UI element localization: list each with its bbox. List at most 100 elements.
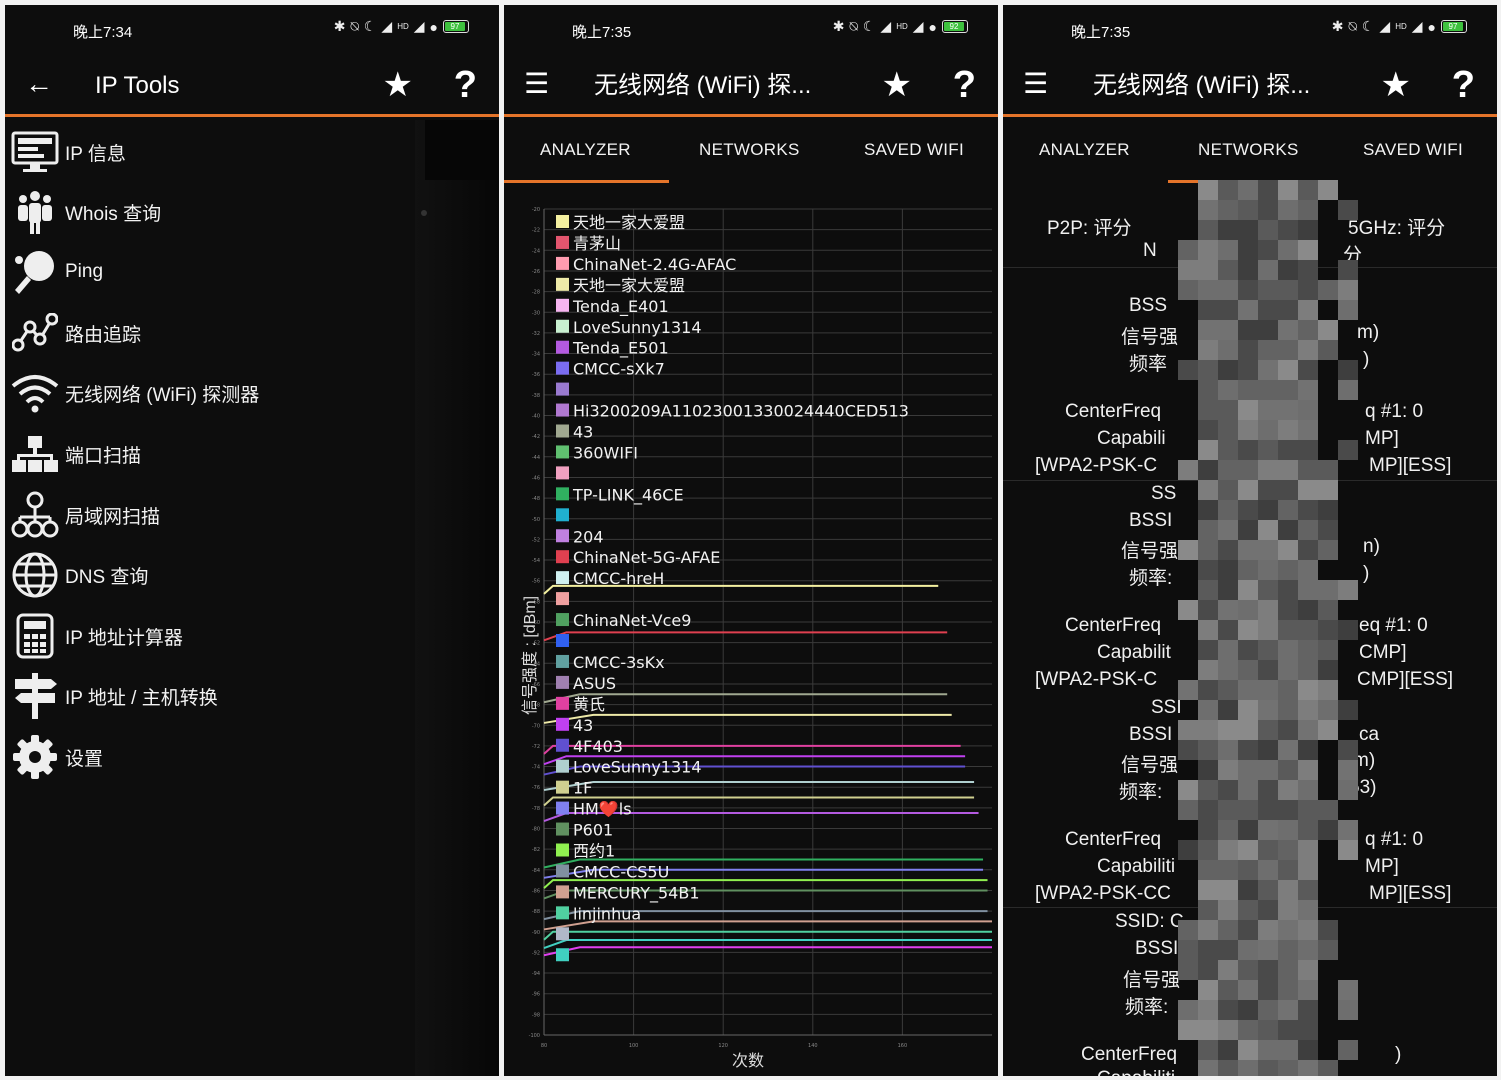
menu-item-port-scan[interactable]: 端口扫描 [5,424,415,484]
mosaic-block [1258,460,1278,480]
network-list[interactable]: P2P: 评分 5GHz: 评分 N 分 BSS 信号强 m) 频率 ) Cen… [1003,180,1497,1076]
mosaic-block [1318,940,1338,960]
mosaic-block [1198,1040,1218,1060]
legend-label: Tenda_E401 [572,297,669,317]
y-tick-label: -90 [532,930,540,936]
favorite-star-icon[interactable]: ★ [383,65,413,105]
mosaic-block [1338,280,1358,300]
mosaic-block [1258,560,1278,580]
mosaic-block [1238,220,1258,240]
legend-label: ChinaNet-2.4G-AFAC [573,255,736,274]
tab-networks[interactable]: NETWORKS [699,140,800,160]
mosaic-block [1298,740,1318,760]
legend-label: ASUS [573,674,616,693]
mosaic-block [1198,180,1218,200]
app-title: IP Tools [95,72,180,99]
mosaic-block [1298,540,1318,560]
mosaic-block [1338,260,1358,280]
mosaic-block [1278,700,1298,720]
tab-bar: ANALYZER NETWORKS SAVED WIFI [504,120,998,184]
menu-item-traceroute[interactable]: 路由追踪 [5,303,415,363]
menu-item-settings[interactable]: 设置 [5,727,415,787]
legend-swatch [556,738,569,752]
status-bar: 晚上7:35 ✱ ⍉ ☾ ◢ HD ◢ ● 97 [1003,5,1497,53]
tab-networks[interactable]: NETWORKS [1198,140,1299,160]
mosaic-block [1258,420,1278,440]
mute-icon: ⍉ [1348,18,1357,34]
mosaic-block [1218,940,1238,960]
net-text: ) [1363,349,1370,370]
drawer-scrim[interactable] [415,120,499,1076]
mosaic-block [1238,840,1258,860]
net-text: ) [1395,1044,1402,1065]
tab-saved-wifi[interactable]: SAVED WIFI [1363,140,1463,160]
menu-item-lan-scan[interactable]: 局域网扫描 [5,485,415,545]
mosaic-block [1238,320,1258,340]
menu-item-ping[interactable]: Ping [5,242,415,302]
mosaic-block [1238,800,1258,820]
mosaic-block [1338,780,1358,800]
mosaic-block [1278,600,1298,620]
tab-analyzer[interactable]: ANALYZER [540,140,631,160]
mosaic-block [1298,220,1318,240]
mosaic-block [1218,380,1238,400]
back-arrow-icon[interactable]: ← [25,67,53,101]
legend-label: ChinaNet-5G-AFAE [573,548,720,567]
menu-item-dns-lookup[interactable]: DNS 查询 [5,545,415,605]
mosaic-block [1258,200,1278,220]
y-tick-label: -24 [532,248,540,254]
mosaic-block [1198,260,1218,280]
mosaic-block [1258,440,1278,460]
net-text: ca [1359,724,1380,745]
mosaic-block [1278,440,1298,460]
mosaic-block [1198,220,1218,240]
mosaic-block [1238,1020,1258,1040]
menu-item-ip-host-convert[interactable]: IP 地址 / 主机转换 [5,666,415,726]
help-icon[interactable]: ? [1452,63,1475,107]
mosaic-block [1218,520,1238,540]
mosaic-block [1298,820,1318,840]
menu-item-whois[interactable]: Whois 查询 [5,182,415,242]
help-icon[interactable]: ? [953,63,976,107]
menu-item-ip-info[interactable]: IP 信息 [5,122,415,182]
legend-label: 天地一家大爱盟 [573,213,685,232]
menu-item-ip-calculator[interactable]: IP 地址计算器 [5,606,415,666]
legend-swatch [556,717,569,731]
mosaic-block [1238,340,1258,360]
mosaic-block [1238,940,1258,960]
y-tick-label: -42 [532,434,540,440]
mosaic-block [1238,660,1258,680]
mosaic-block [1198,840,1218,860]
mosaic-block [1278,420,1298,440]
legend-swatch [556,864,569,878]
legend-swatch [556,885,569,899]
mosaic-block [1218,500,1238,520]
legend-label: LoveSunny1314 [573,758,702,777]
signal-icon: ◢ [413,18,425,34]
menu-item-wifi-analyzer[interactable]: 无线网络 (WiFi) 探测器 [5,363,415,423]
mosaic-block [1278,640,1298,660]
legend-swatch [556,613,569,627]
mosaic-block [1178,680,1198,700]
mosaic-block [1318,540,1338,560]
mosaic-block [1298,460,1318,480]
tab-saved-wifi[interactable]: SAVED WIFI [864,140,964,160]
help-icon[interactable]: ? [454,63,477,107]
net-text: MP][ESS] [1369,883,1452,904]
mosaic-block [1258,600,1278,620]
tab-analyzer[interactable]: ANALYZER [1039,140,1130,160]
mosaic-block [1318,500,1338,520]
mosaic-block [1198,820,1218,840]
series-line [543,930,992,941]
hamburger-menu-icon[interactable]: ☰ [524,67,549,101]
mosaic-block [1278,240,1298,260]
mosaic-block [1178,460,1198,480]
mosaic-block [1298,380,1318,400]
favorite-star-icon[interactable]: ★ [1381,65,1411,105]
legend-swatch [556,403,569,417]
mosaic-block [1218,640,1238,660]
favorite-star-icon[interactable]: ★ [882,65,912,105]
hamburger-menu-icon[interactable]: ☰ [1023,67,1048,101]
net-text: CenterFreq [1065,615,1162,636]
mosaic-block [1218,800,1238,820]
